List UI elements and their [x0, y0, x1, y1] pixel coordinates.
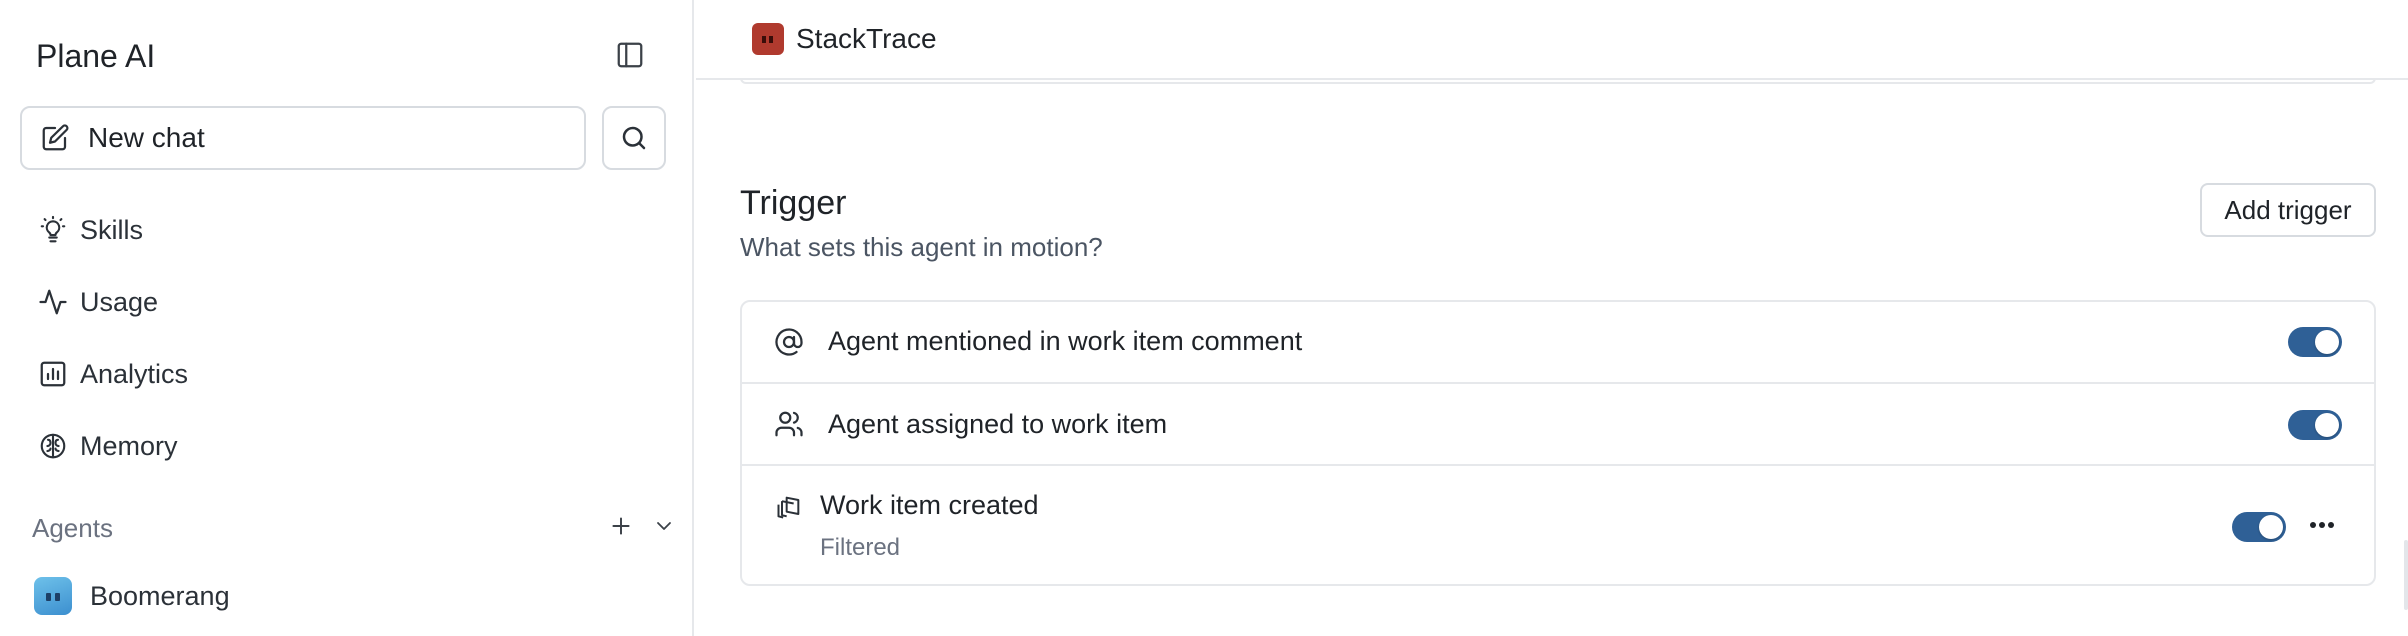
trigger-row: Agent mentioned in work item comment	[742, 302, 2374, 382]
toggle-knob	[2315, 413, 2339, 437]
sidebar-item-label: Usage	[80, 286, 159, 317]
section-title: Trigger	[740, 184, 847, 222]
bar-chart-icon	[36, 357, 70, 391]
more-horizontal-icon	[2310, 522, 2334, 528]
users-icon	[772, 407, 806, 441]
trigger-label: Work item created	[820, 490, 1039, 520]
breadcrumb[interactable]: StackTrace	[752, 20, 937, 58]
brain-icon	[36, 429, 70, 463]
agent-name: Boomerang	[90, 580, 230, 611]
agents-label: Agents	[32, 512, 113, 543]
agents-section-header: Agents	[32, 508, 682, 548]
trigger-row: Agent assigned to work item	[742, 382, 2374, 464]
app-title: Plane AI	[36, 38, 156, 74]
trigger-toggle[interactable]	[2288, 410, 2342, 440]
trigger-label: Agent mentioned in work item comment	[828, 326, 1303, 356]
chevron-down-icon	[657, 521, 671, 530]
new-chat-label: New chat	[88, 122, 205, 153]
trigger-label: Agent assigned to work item	[828, 409, 1168, 439]
at-sign-icon	[772, 325, 806, 359]
main-content: StackTrace Trigger What sets this agent …	[696, 0, 2408, 636]
top-bar: StackTrace	[696, 0, 2408, 80]
lightbulb-icon	[36, 213, 70, 247]
breadcrumb-agent-name: StackTrace	[796, 23, 937, 54]
toggle-knob	[2315, 330, 2339, 354]
collapse-agents-button[interactable]	[652, 514, 676, 543]
more-options-button[interactable]	[2304, 510, 2340, 540]
previous-section-card	[740, 78, 2376, 84]
add-agent-button[interactable]	[608, 513, 634, 544]
search-icon	[622, 126, 646, 150]
edit-icon	[42, 124, 69, 151]
sidebar: Plane AI New chat Skills Usage Analytics…	[0, 0, 694, 636]
sidebar-item-label: Skills	[80, 214, 144, 245]
trigger-row: Work item created Filtered	[742, 464, 2374, 584]
scrollbar[interactable]	[2404, 540, 2408, 610]
sidebar-item-label: Memory	[80, 430, 178, 461]
trigger-toggle[interactable]	[2288, 327, 2342, 357]
search-button[interactable]	[602, 106, 666, 170]
trigger-filter-status: Filtered	[820, 534, 901, 561]
sidebar-item-skills[interactable]: Skills	[36, 206, 143, 254]
new-chat-button[interactable]: New chat	[20, 106, 586, 170]
sidebar-item-label: Analytics	[80, 358, 189, 389]
activity-icon	[36, 285, 70, 319]
sidebar-item-memory[interactable]: Memory	[36, 422, 178, 470]
trigger-toggle[interactable]	[2232, 512, 2286, 542]
add-trigger-button[interactable]: Add trigger	[2200, 183, 2376, 237]
agent-avatar	[34, 577, 72, 615]
sidebar-panel-icon	[617, 42, 643, 68]
sidebar-agent-boomerang[interactable]: Boomerang	[34, 576, 230, 616]
section-subtitle: What sets this agent in motion?	[740, 232, 1103, 262]
sidebar-item-analytics[interactable]: Analytics	[36, 350, 188, 398]
sidebar-toggle-button[interactable]	[604, 34, 656, 76]
work-items-icon	[772, 490, 806, 524]
plus-icon	[612, 516, 630, 535]
agent-logo	[752, 23, 784, 55]
trigger-list: Agent mentioned in work item comment Age…	[740, 300, 2376, 586]
sidebar-item-usage[interactable]: Usage	[36, 278, 158, 326]
toggle-knob	[2259, 515, 2283, 539]
